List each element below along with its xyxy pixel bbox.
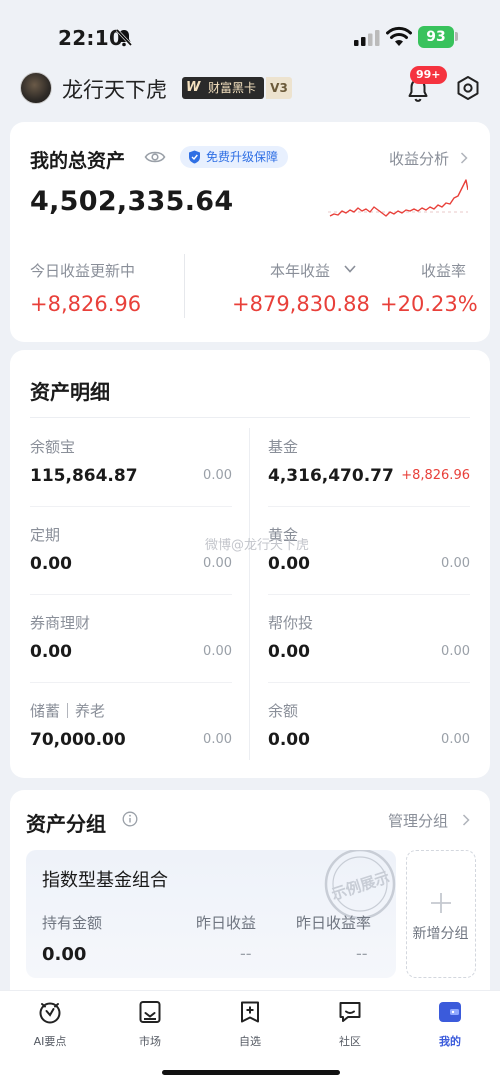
watchlist-add-icon — [241, 1001, 259, 1023]
market-icon — [139, 1001, 161, 1023]
asset-value-yuebao[interactable]: 115,864.87 — [30, 466, 138, 486]
asset-name-advisor[interactable]: 帮你投 — [268, 612, 313, 633]
tab-label: 市场 — [139, 1035, 161, 1048]
info-icon[interactable] — [122, 811, 138, 827]
asset-change-yuebao: 0.00 — [203, 468, 232, 483]
total-assets-amount: 4,502,335.64 — [30, 186, 234, 217]
tab-mine[interactable]: 我的 — [410, 999, 490, 1051]
return-rate-label: 收益率 — [421, 262, 467, 280]
shield-icon — [189, 150, 200, 164]
today-income-value: +8,826.96 — [30, 292, 142, 316]
asset-name-balance[interactable]: 余额 — [268, 700, 298, 721]
tab-label: 自选 — [239, 1035, 261, 1048]
column-divider — [249, 428, 250, 760]
asset-change-fixed: 0.00 — [203, 556, 232, 571]
eye-icon[interactable] — [144, 149, 166, 165]
asset-value-balance[interactable]: 0.00 — [268, 730, 310, 750]
income-analysis-link[interactable]: 收益分析 — [389, 148, 449, 169]
asset-value-fund[interactable]: 4,316,470.77 — [268, 466, 394, 486]
asset-change-advisor: 0.00 — [441, 644, 470, 659]
add-group-button[interactable]: 新增分组 — [406, 850, 476, 978]
group-name: 指数型基金组合 — [42, 870, 168, 891]
status-bar: 22:10 93 — [0, 0, 500, 72]
wallet-icon — [439, 1002, 461, 1022]
holding-amount-label: 持有金额 — [42, 914, 103, 932]
asset-groups-title: 资产分组 — [26, 812, 106, 836]
asset-details-title: 资产明细 — [30, 380, 110, 404]
cellular-signal-icon — [354, 30, 380, 46]
tab-label: 我的 — [439, 1035, 461, 1048]
tab-label: 社区 — [339, 1035, 361, 1048]
weibo-watermark: 微博@龙行天下虎 — [205, 538, 310, 553]
asset-name-broker[interactable]: 券商理财 — [30, 612, 90, 633]
avatar[interactable] — [20, 72, 52, 104]
level-badge[interactable]: V3 — [266, 77, 292, 99]
add-group-label: 新增分组 — [412, 926, 469, 942]
battery-tip — [455, 32, 458, 41]
asset-change-savings: 0.00 — [203, 732, 232, 747]
asset-name-fixed[interactable]: 定期 — [30, 524, 60, 545]
asset-value-broker[interactable]: 0.00 — [30, 642, 72, 662]
asset-value-advisor[interactable]: 0.00 — [268, 642, 310, 662]
chevron-down-icon[interactable] — [343, 264, 357, 274]
ai-highlights-icon — [39, 1002, 61, 1024]
row-separator — [30, 506, 232, 507]
asset-name-fund[interactable]: 基金 — [268, 436, 298, 457]
total-assets-title: 我的总资产 — [30, 150, 126, 172]
row-separator — [268, 506, 470, 507]
battery-indicator: 93 — [418, 26, 454, 48]
total-assets-card: 我的总资产 免费升级保障 收益分析 4,502,335.64 今日收益更新中 +… — [10, 122, 490, 342]
row-separator — [30, 682, 232, 683]
asset-change-balance: 0.00 — [441, 732, 470, 747]
yesterday-rate-label: 昨日收益率 — [296, 914, 372, 932]
tab-label: AI要点 — [33, 1035, 67, 1048]
today-income-label: 今日收益更新中 — [30, 262, 136, 280]
asset-name-yuebao[interactable]: 余额宝 — [30, 436, 75, 457]
vip-logo: W — [186, 80, 201, 95]
chevron-right-icon — [462, 814, 470, 826]
tab-community[interactable]: 社区 — [310, 999, 390, 1051]
notification-count-badge: 99+ — [410, 66, 447, 84]
asset-value-gold[interactable]: 0.00 — [268, 554, 310, 574]
yesterday-income-value: -- — [240, 944, 252, 963]
home-indicator[interactable] — [162, 1070, 340, 1075]
chevron-right-icon — [460, 152, 468, 164]
row-separator — [30, 594, 232, 595]
asset-details-card: 资产明细 余额宝 115,864.87 0.00 定期 0.00 0.00 券商… — [10, 350, 490, 778]
yesterday-income-label: 昨日收益 — [196, 914, 257, 932]
year-income-value: +879,830.88 — [232, 292, 370, 316]
year-income-label[interactable]: 本年收益 — [270, 260, 330, 281]
settings-hex-icon[interactable] — [455, 75, 481, 101]
plus-icon — [431, 893, 451, 913]
divider — [30, 417, 470, 418]
row-separator — [268, 682, 470, 683]
asset-value-savings[interactable]: 70,000.00 — [30, 730, 126, 750]
wifi-icon — [386, 26, 412, 46]
asset-groups-card: 资产分组 管理分组 指数型基金组合 示例展示 持有金额 0.00 昨日收益 --… — [10, 790, 490, 1000]
bell-muted-icon — [115, 28, 133, 47]
return-rate-value: +20.23% — [380, 292, 478, 316]
asset-change-fund: +8,826.96 — [401, 468, 470, 483]
summary-divider — [184, 254, 185, 318]
asset-trend-sparkline[interactable] — [328, 176, 468, 222]
user-header: 龙行天下虎 财富黑卡 W V3 99+ — [0, 66, 500, 116]
manage-groups-link[interactable]: 管理分组 — [388, 810, 448, 831]
holding-amount-value: 0.00 — [42, 944, 87, 965]
asset-name-savings[interactable]: 储蓄｜养老 — [30, 700, 105, 721]
username[interactable]: 龙行天下虎 — [62, 74, 167, 104]
tab-market[interactable]: 市场 — [110, 999, 190, 1051]
row-separator — [268, 594, 470, 595]
asset-change-broker: 0.00 — [203, 644, 232, 659]
asset-value-fixed[interactable]: 0.00 — [30, 554, 72, 574]
tab-ai-highlights[interactable]: AI要点 — [10, 999, 90, 1051]
asset-change-gold: 0.00 — [441, 556, 470, 571]
yesterday-rate-value: -- — [356, 944, 368, 963]
community-chat-icon — [339, 1002, 361, 1022]
tab-watchlist[interactable]: 自选 — [210, 999, 290, 1051]
group-card-index-fund[interactable]: 指数型基金组合 示例展示 持有金额 0.00 昨日收益 -- 昨日收益率 -- — [26, 850, 396, 978]
